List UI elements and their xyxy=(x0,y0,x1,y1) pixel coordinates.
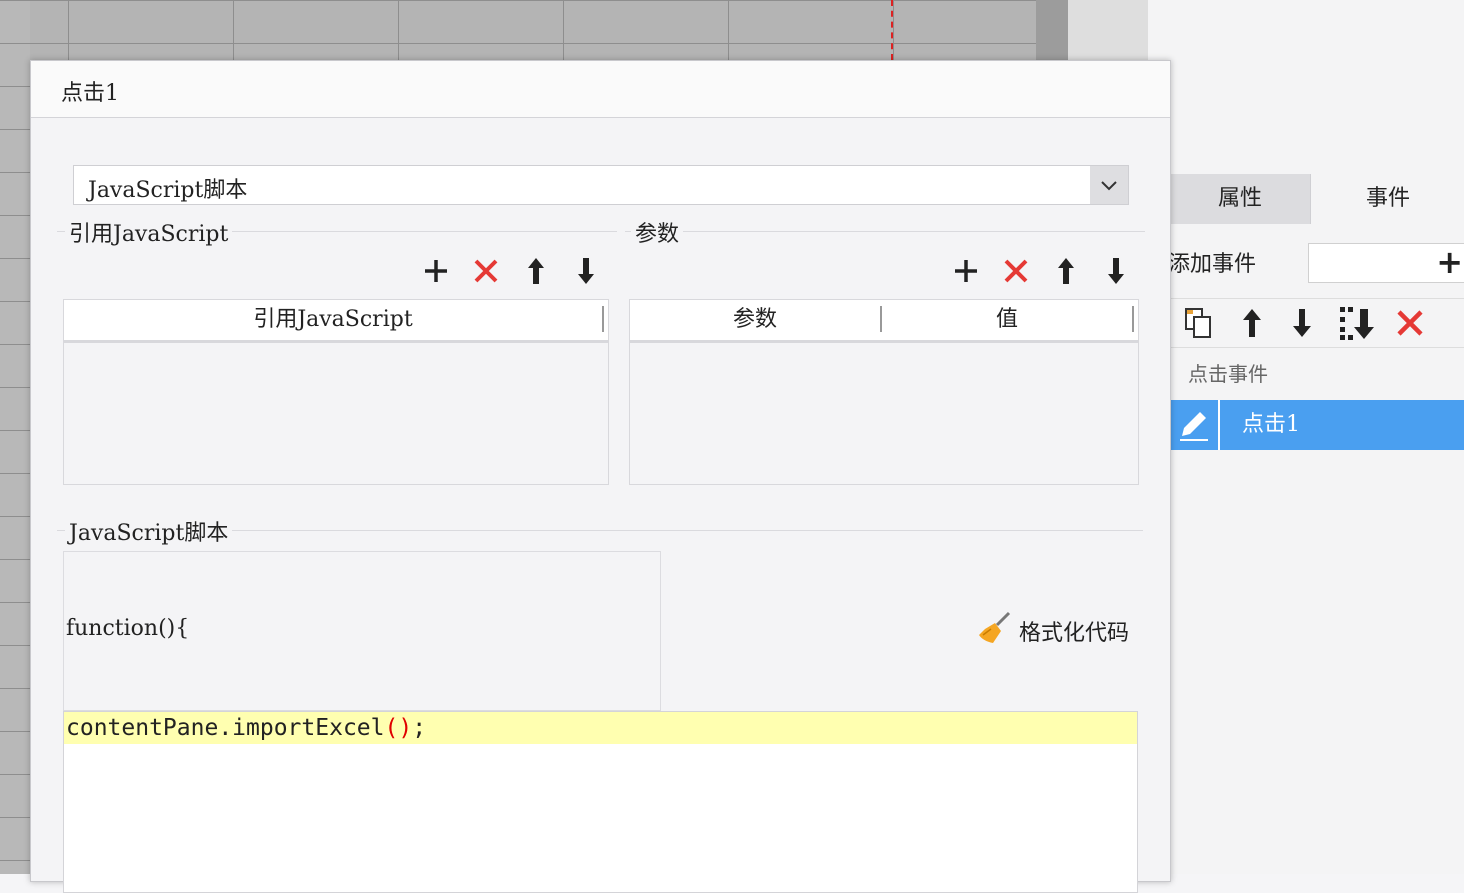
arrow-down-icon[interactable] xyxy=(1101,256,1131,286)
tab-properties[interactable]: 属性 xyxy=(1170,174,1310,224)
plus-icon[interactable] xyxy=(421,256,451,286)
column-header-param[interactable]: 参数 xyxy=(630,300,880,340)
column-header-value[interactable]: 值 xyxy=(882,300,1132,340)
delete-icon[interactable] xyxy=(471,256,501,286)
add-event-label: 添加事件 xyxy=(1168,252,1257,277)
event-type-value: JavaScript脚本 xyxy=(88,178,248,203)
dialog-title: 点击1 xyxy=(61,81,119,106)
script-section-label: JavaScript脚本 xyxy=(65,515,233,547)
arrow-up-icon[interactable] xyxy=(521,256,551,286)
copy-icon[interactable] xyxy=(1180,305,1216,341)
code-semicolon: ; xyxy=(412,715,427,741)
add-event-select[interactable]: + xyxy=(1308,243,1464,283)
ref-js-section-label: 引用JavaScript xyxy=(65,216,233,248)
event-list-item-selected[interactable]: 点击1 xyxy=(1170,400,1464,450)
function-header: function(){ xyxy=(66,616,190,641)
arrow-up-icon[interactable] xyxy=(1234,305,1270,341)
ref-js-table: 引用JavaScript xyxy=(63,299,609,485)
code-editor[interactable]: contentPane.importExcel(); xyxy=(63,711,1138,893)
event-item-label: 点击1 xyxy=(1242,412,1300,437)
column-header-ref-js[interactable]: 引用JavaScript xyxy=(64,300,602,340)
table-header: 引用JavaScript xyxy=(64,300,608,343)
code-paren: () xyxy=(384,715,413,741)
code-line-current[interactable]: contentPane.importExcel(); xyxy=(64,712,1137,744)
params-table: 参数 值 xyxy=(629,299,1139,485)
delete-icon[interactable] xyxy=(1392,305,1428,341)
arrow-down-icon[interactable] xyxy=(1284,305,1320,341)
dialog-title-bar[interactable]: 点击1 xyxy=(31,61,1170,118)
edit-pencil-icon[interactable] xyxy=(1170,400,1220,450)
event-dialog: 点击1 JavaScript脚本 引用JavaScript 引用JavaScri… xyxy=(30,60,1171,893)
event-type-select[interactable]: JavaScript脚本 xyxy=(73,165,1129,205)
arrow-down-icon[interactable] xyxy=(571,256,601,286)
column-separator xyxy=(1132,306,1134,332)
spreadsheet-row-header xyxy=(0,0,30,874)
add-event-plus-icon[interactable]: + xyxy=(1436,246,1463,278)
arrow-up-icon[interactable] xyxy=(1051,256,1081,286)
code-text: contentPane.importExcel xyxy=(66,715,385,741)
plus-icon[interactable] xyxy=(951,256,981,286)
table-header: 参数 值 xyxy=(630,300,1138,343)
event-panel: 属性 事件 添加事件 + 点击事件 点击1 xyxy=(1148,0,1464,874)
format-code-button[interactable]: 格式化代码 xyxy=(975,609,1145,649)
delete-icon[interactable] xyxy=(1001,256,1031,286)
params-section-label: 参数 xyxy=(631,216,684,248)
event-group-label: 点击事件 xyxy=(1188,362,1268,386)
section-divider xyxy=(625,231,1145,232)
column-separator xyxy=(602,306,604,332)
move-bottom-icon[interactable] xyxy=(1338,305,1374,341)
panel-tabs: 属性 事件 xyxy=(1170,174,1464,224)
format-code-label: 格式化代码 xyxy=(1019,621,1130,646)
tab-events[interactable]: 事件 xyxy=(1310,174,1464,224)
broom-icon xyxy=(979,611,1011,643)
event-toolbar xyxy=(1170,298,1464,348)
page-break-line xyxy=(891,0,893,60)
function-header-area: function(){ xyxy=(63,551,661,711)
chevron-down-icon[interactable] xyxy=(1090,166,1128,204)
